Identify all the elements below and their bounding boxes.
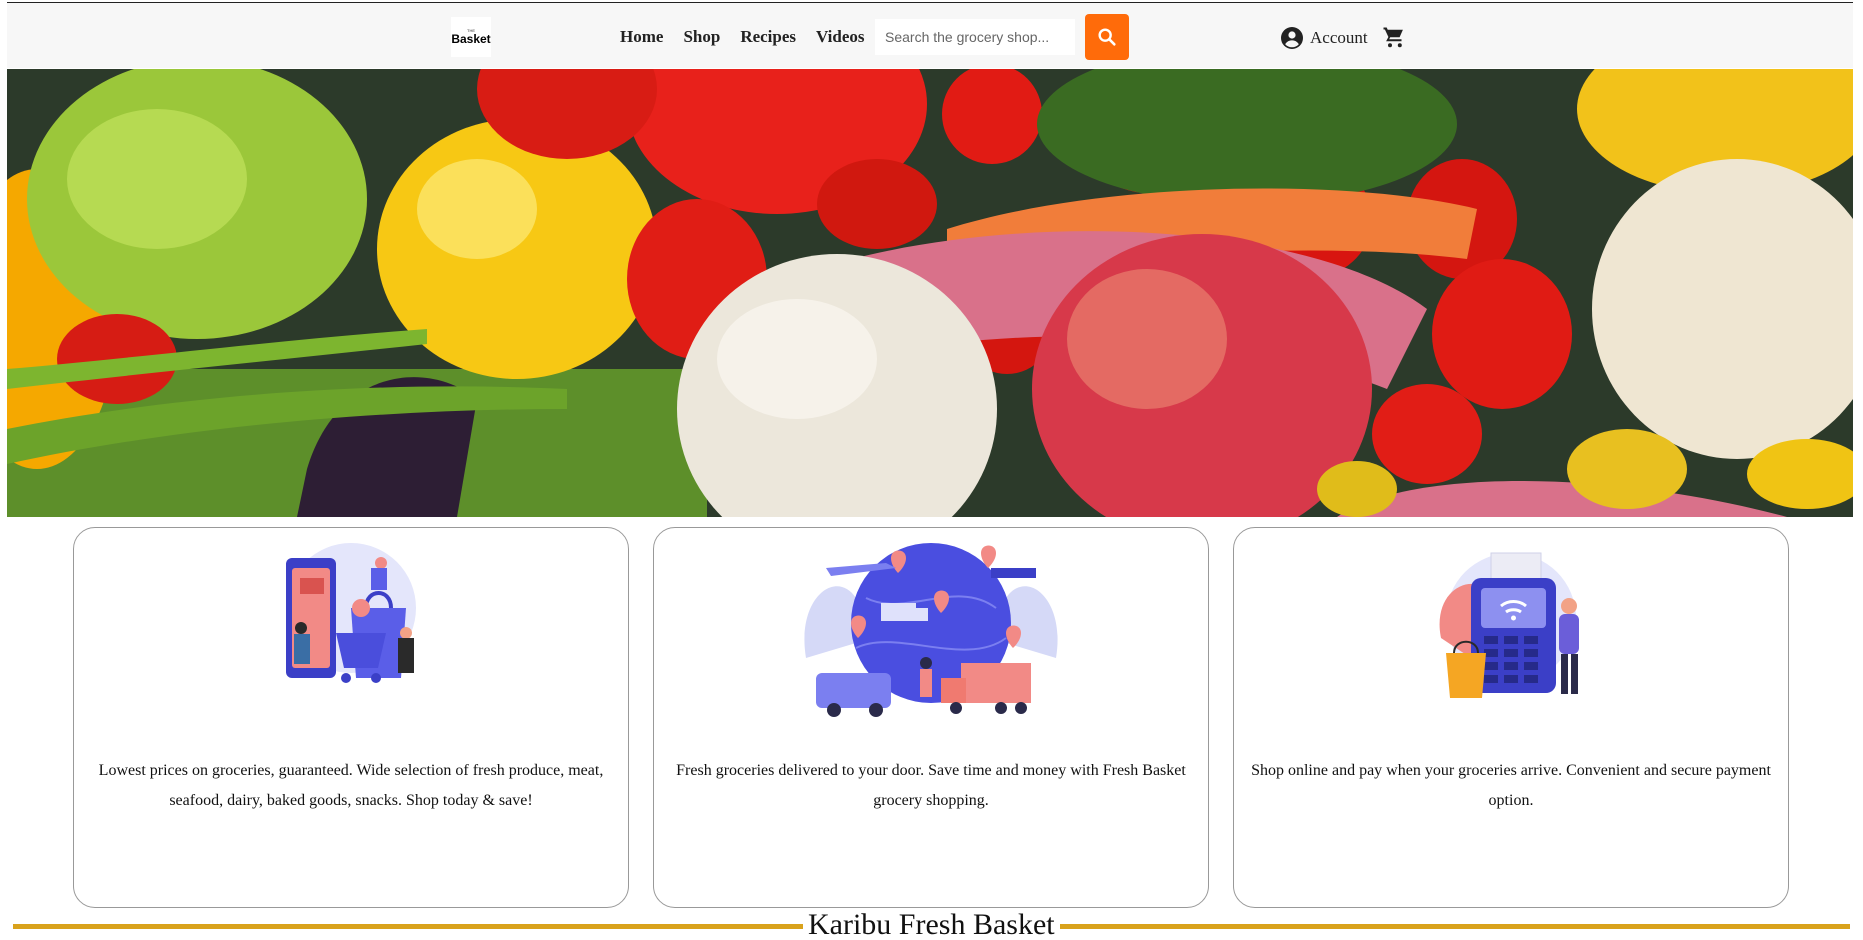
feature-card-prices: Lowest prices on groceries, guaranteed. … bbox=[73, 527, 629, 908]
vegetables-banner-image bbox=[7, 69, 1853, 517]
footer-line-left bbox=[13, 924, 803, 929]
payment-terminal-illustration bbox=[1439, 552, 1579, 698]
cart-icon bbox=[1383, 27, 1403, 48]
nav-recipes[interactable]: Recipes bbox=[740, 27, 796, 47]
feature-card-delivery: Fresh groceries delivered to your door. … bbox=[653, 527, 1209, 908]
feature-text-prices: Lowest prices on groceries, guaranteed. … bbox=[98, 762, 604, 809]
feature-text-payment: Shop online and pay when your groceries … bbox=[1251, 762, 1771, 809]
nav-shop[interactable]: Shop bbox=[683, 27, 720, 47]
footer-line-right bbox=[1060, 924, 1850, 929]
online-shopping-illustration bbox=[286, 543, 416, 683]
nav-home[interactable]: Home bbox=[620, 27, 663, 47]
search-button[interactable] bbox=[1085, 14, 1129, 60]
site-header: THE Basket Home Shop Recipes Videos Acco… bbox=[7, 2, 1853, 68]
feature-text-delivery: Fresh groceries delivered to your door. … bbox=[676, 762, 1186, 809]
feature-card-payment: Shop online and pay when your groceries … bbox=[1233, 527, 1789, 908]
global-delivery-illustration bbox=[804, 543, 1058, 717]
footer-title: Karibu Fresh Basket bbox=[808, 908, 1055, 940]
search-input[interactable] bbox=[875, 19, 1075, 55]
account-circle-icon bbox=[1281, 27, 1303, 49]
account-label: Account bbox=[1310, 28, 1368, 47]
main-nav: Home Shop Recipes Videos bbox=[620, 27, 865, 47]
cart-button[interactable] bbox=[1382, 25, 1406, 54]
search-icon bbox=[1098, 28, 1116, 46]
account-link[interactable]: Account bbox=[1280, 26, 1368, 50]
nav-videos[interactable]: Videos bbox=[816, 27, 865, 47]
site-logo[interactable]: THE Basket bbox=[451, 17, 491, 57]
logo-big-text: Basket bbox=[451, 32, 491, 46]
hero-banner bbox=[7, 69, 1853, 517]
